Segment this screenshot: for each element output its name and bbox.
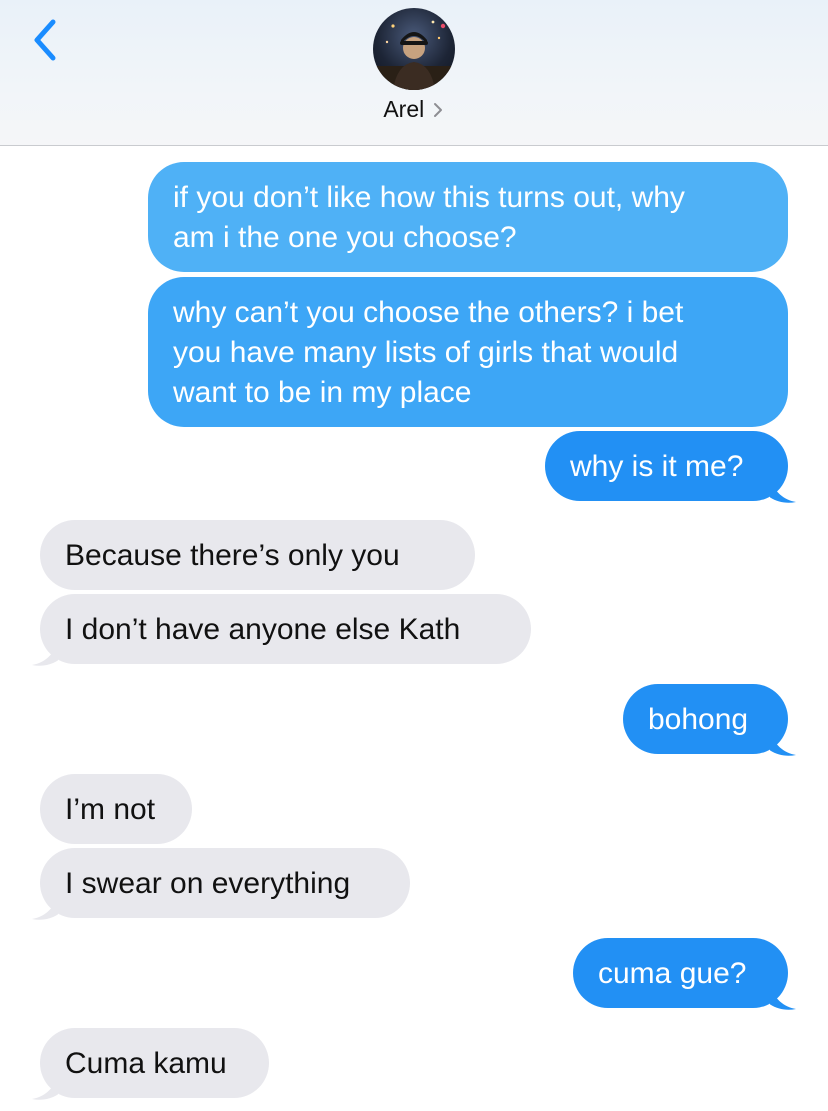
bubble-tail-received [32,1075,58,1100]
bubble-tail-sent [770,731,796,756]
message-bubble-sent[interactable]: if you don’t like how this turns out, wh… [148,162,788,272]
message-text-line: Because there’s only you [65,539,400,572]
bubble-tail-sent [770,478,796,503]
bubble-tail-sent [770,985,796,1010]
message-bubble-received[interactable]: Cuma kamu [40,1028,269,1098]
message-text-line: want to be in my place [173,376,472,409]
message-bubble-received[interactable]: I’m not [40,774,192,844]
contact-details-link[interactable]: Arel [0,96,828,126]
message-bubble-sent[interactable]: why can’t you choose the others? i bet y… [148,277,788,427]
bubble-tail-received [32,641,58,666]
message-text-line: I don’t have anyone else Kath [65,613,461,646]
message-text-line: why can’t you choose the others? i bet [173,296,684,329]
message-text-line: cuma gue? [598,957,747,990]
message-text-line: bohong [648,703,749,736]
chevron-left-icon [34,19,56,61]
message-bubble-sent[interactable]: why is it me? [545,431,788,501]
message-text-line: I’m not [65,793,156,826]
contact-avatar-photo [373,20,455,90]
message-bubble-received[interactable]: I don’t have anyone else Kath [40,594,531,664]
conversation-header: Arel [0,0,828,146]
back-button[interactable] [28,16,68,64]
contact-name: Arel [383,96,425,122]
message-text-line: you have many lists of girls that would [173,336,679,369]
message-text-line: why is it me? [570,450,744,483]
message-text-line: am i the one you choose? [173,221,517,254]
message-text-line: I swear on everything [65,867,351,900]
avatar[interactable] [373,8,455,90]
message-bubble-received[interactable]: Because there’s only you [40,520,475,590]
bubble-tail-received [32,895,58,920]
message-bubble-sent[interactable]: cuma gue? [573,938,788,1008]
chevron-right-icon [433,102,442,117]
message-text-line: Cuma kamu [65,1047,227,1080]
message-text-line: if you don’t like how this turns out, wh… [173,181,685,214]
message-bubble-received[interactable]: I swear on everything [40,848,410,918]
message-bubble-sent[interactable]: bohong [623,684,788,754]
